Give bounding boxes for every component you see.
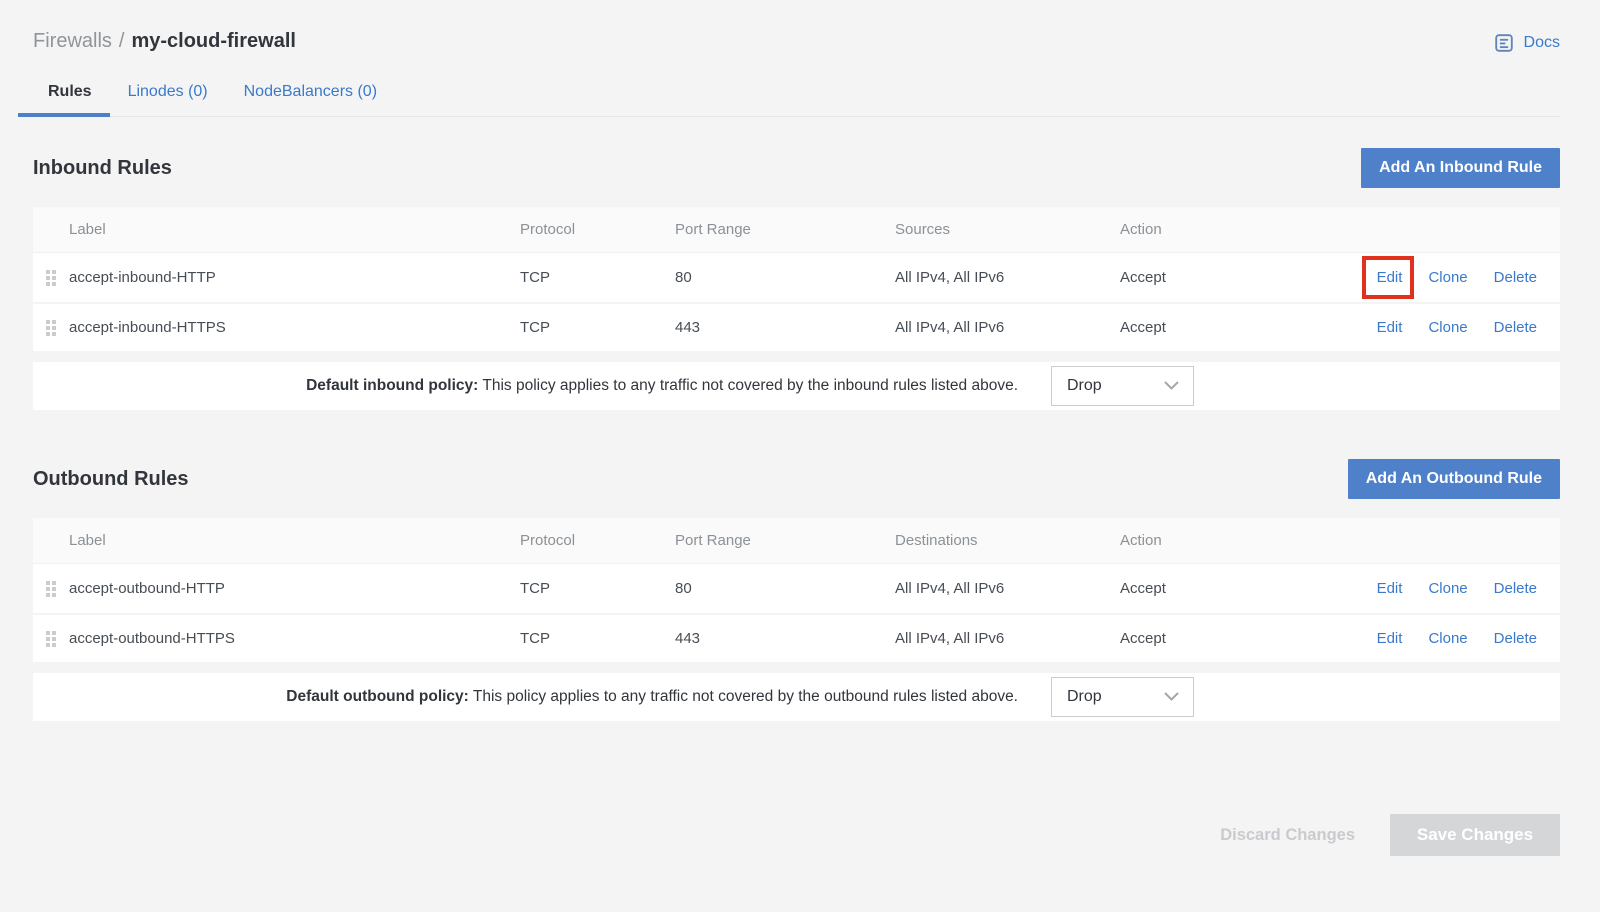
add-outbound-rule-button[interactable]: Add An Outbound Rule	[1348, 459, 1560, 499]
inbound-section-header: Inbound Rules Add An Inbound Rule	[33, 148, 1560, 188]
docs-link[interactable]: Docs	[1493, 32, 1560, 54]
outbound-rules-title: Outbound Rules	[33, 468, 189, 491]
table-row-inbound-https: accept-inbound-HTTPS TCP 443 All IPv4, A…	[33, 302, 1560, 351]
rule-port-range: 443	[675, 319, 895, 336]
rule-action: Accept	[1120, 630, 1240, 647]
breadcrumb-firewalls-link[interactable]: Firewalls	[33, 30, 112, 53]
drag-handle[interactable]	[33, 581, 69, 597]
rule-label: accept-outbound-HTTP	[69, 580, 520, 597]
policy-label: Default outbound policy:	[286, 688, 469, 705]
rule-label: accept-inbound-HTTP	[69, 269, 520, 286]
column-header-sources: Sources	[895, 221, 1120, 238]
docs-link-label: Docs	[1524, 34, 1560, 52]
tab-bar: Rules Linodes (0) NodeBalancers (0)	[33, 83, 1560, 117]
column-header-port-range: Port Range	[675, 532, 895, 549]
tab-linodes[interactable]: Linodes (0)	[110, 83, 226, 116]
policy-description: This policy applies to any traffic not c…	[482, 377, 1018, 394]
tab-nodebalancers[interactable]: NodeBalancers (0)	[226, 83, 395, 116]
policy-description: This policy applies to any traffic not c…	[473, 688, 1018, 705]
drag-handle[interactable]	[33, 320, 69, 336]
rule-protocol: TCP	[520, 630, 675, 647]
default-outbound-policy-row: Default outbound policy: This policy app…	[33, 673, 1560, 721]
clone-link[interactable]: Clone	[1428, 319, 1467, 336]
delete-link[interactable]: Delete	[1494, 319, 1537, 336]
rule-label: accept-outbound-HTTPS	[69, 630, 520, 647]
column-header-action: Action	[1120, 532, 1240, 549]
rule-action: Accept	[1120, 580, 1240, 597]
table-row-outbound-http: accept-outbound-HTTP TCP 80 All IPv4, Al…	[33, 564, 1560, 613]
default-inbound-policy-row: Default inbound policy: This policy appl…	[33, 362, 1560, 410]
rule-actions: Edit Clone Delete	[1240, 580, 1560, 597]
save-changes-button[interactable]: Save Changes	[1390, 814, 1560, 856]
tab-rules[interactable]: Rules	[33, 83, 110, 116]
discard-changes-button[interactable]: Discard Changes	[1220, 826, 1355, 845]
drag-handle-icon	[46, 631, 56, 647]
inbound-table-header: Label Protocol Port Range Sources Action	[33, 207, 1560, 253]
rule-protocol: TCP	[520, 319, 675, 336]
column-header-destinations: Destinations	[895, 532, 1120, 549]
column-header-protocol: Protocol	[520, 532, 675, 549]
chevron-down-icon	[1164, 688, 1179, 706]
delete-link[interactable]: Delete	[1494, 269, 1537, 286]
drag-handle[interactable]	[33, 270, 69, 286]
rule-sources: All IPv4, All IPv6	[895, 319, 1120, 336]
delete-link[interactable]: Delete	[1494, 580, 1537, 597]
rule-action: Accept	[1120, 319, 1240, 336]
default-outbound-policy-text: Default outbound policy: This policy app…	[286, 688, 1018, 706]
inbound-rules-title: Inbound Rules	[33, 157, 172, 180]
default-outbound-policy-select[interactable]: Drop	[1051, 677, 1194, 717]
column-header-label: Label	[69, 532, 520, 549]
rule-protocol: TCP	[520, 580, 675, 597]
outbound-section-header: Outbound Rules Add An Outbound Rule	[33, 459, 1560, 499]
breadcrumb-current-firewall: my-cloud-firewall	[131, 30, 295, 53]
selected-policy-value: Drop	[1067, 377, 1102, 395]
edit-link[interactable]: Edit	[1377, 580, 1403, 597]
rule-sources: All IPv4, All IPv6	[895, 269, 1120, 286]
inbound-rules-table: Label Protocol Port Range Sources Action…	[33, 207, 1560, 351]
firewall-detail-page: Firewalls / my-cloud-firewall Docs Rules…	[0, 0, 1600, 856]
rule-protocol: TCP	[520, 269, 675, 286]
edit-annotation-box: Edit	[1377, 269, 1403, 286]
column-header-port-range: Port Range	[675, 221, 895, 238]
edit-link[interactable]: Edit	[1377, 630, 1403, 647]
drag-handle[interactable]	[33, 631, 69, 647]
column-header-label: Label	[69, 221, 520, 238]
table-row-inbound-http: accept-inbound-HTTP TCP 80 All IPv4, All…	[33, 253, 1560, 302]
drag-handle-icon	[46, 270, 56, 286]
topbar: Firewalls / my-cloud-firewall Docs	[33, 30, 1560, 54]
default-inbound-policy-select[interactable]: Drop	[1051, 366, 1194, 406]
table-row-outbound-https: accept-outbound-HTTPS TCP 443 All IPv4, …	[33, 613, 1560, 662]
drag-handle-icon	[46, 581, 56, 597]
policy-label: Default inbound policy:	[306, 377, 478, 394]
edit-link[interactable]: Edit	[1377, 269, 1403, 286]
rule-destinations: All IPv4, All IPv6	[895, 580, 1120, 597]
edit-link[interactable]: Edit	[1377, 319, 1403, 336]
rule-actions: Edit Clone Delete	[1240, 269, 1560, 286]
docs-icon	[1493, 32, 1515, 54]
rule-actions: Edit Clone Delete	[1240, 319, 1560, 336]
default-inbound-policy-text: Default inbound policy: This policy appl…	[306, 377, 1018, 395]
rule-actions: Edit Clone Delete	[1240, 630, 1560, 647]
clone-link[interactable]: Clone	[1428, 269, 1467, 286]
drag-handle-icon	[46, 320, 56, 336]
rule-port-range: 80	[675, 580, 895, 597]
rule-port-range: 443	[675, 630, 895, 647]
selected-policy-value: Drop	[1067, 688, 1102, 706]
clone-link[interactable]: Clone	[1428, 580, 1467, 597]
breadcrumb-separator: /	[119, 30, 125, 53]
rule-destinations: All IPv4, All IPv6	[895, 630, 1120, 647]
outbound-rules-table: Label Protocol Port Range Destinations A…	[33, 518, 1560, 662]
outbound-table-header: Label Protocol Port Range Destinations A…	[33, 518, 1560, 564]
rule-label: accept-inbound-HTTPS	[69, 319, 520, 336]
delete-link[interactable]: Delete	[1494, 630, 1537, 647]
rule-action: Accept	[1120, 269, 1240, 286]
column-header-protocol: Protocol	[520, 221, 675, 238]
chevron-down-icon	[1164, 377, 1179, 395]
column-header-action: Action	[1120, 221, 1240, 238]
form-actions-footer: Discard Changes Save Changes	[33, 814, 1560, 856]
clone-link[interactable]: Clone	[1428, 630, 1467, 647]
breadcrumb: Firewalls / my-cloud-firewall	[33, 30, 296, 53]
add-inbound-rule-button[interactable]: Add An Inbound Rule	[1361, 148, 1560, 188]
rule-port-range: 80	[675, 269, 895, 286]
